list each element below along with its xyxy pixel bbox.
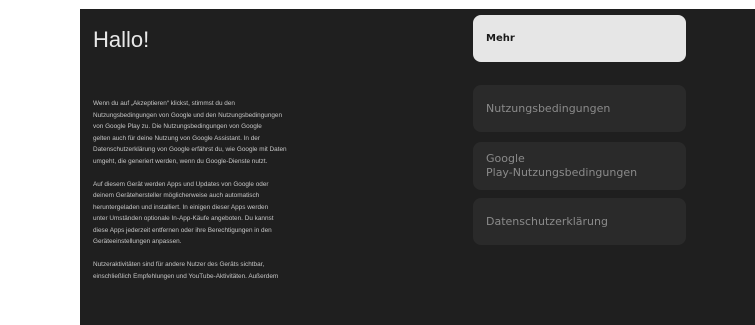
text-line: Auf diesem Gerät werden Apps und Updates… — [93, 180, 269, 188]
text-line: Wenn du auf „Akzeptieren“ klickst, stimm… — [93, 100, 235, 107]
terms-button[interactable]: Nutzungsbedingungen — [473, 85, 686, 132]
text-line: von Google Play zu. Die Nutzungsbedingun… — [93, 123, 262, 130]
text-line: Geräteeinstellungen anpassen. — [93, 238, 182, 245]
text-line: Nutzungsbedingungen von Google und den N… — [93, 111, 283, 119]
tv-setup-screen: Hallo! Wenn du auf „Akzeptieren“ klickst… — [80, 9, 755, 325]
text-line: umgeht, die generiert werden, wenn du Go… — [93, 157, 268, 165]
page-title: Hallo! — [93, 27, 150, 52]
text-line: einschließlich Empfehlungen und YouTube-… — [93, 272, 279, 280]
play-terms-button[interactable]: Google Play-Nutzungsbedingungen — [473, 142, 686, 190]
activity-paragraph: Nutzeraktivitäten sind für andere Nutzer… — [93, 259, 397, 282]
play-terms-label-line: Google — [486, 152, 525, 165]
screenshot-canvas: Hallo! Wenn du auf „Akzeptieren“ klickst… — [0, 0, 755, 325]
play-terms-label-line: Play-Nutzungsbedingungen — [486, 166, 638, 179]
terms-paragraph: Wenn du auf „Akzeptieren“ klickst, stimm… — [93, 98, 397, 167]
privacy-button[interactable]: Datenschutzerklärung — [473, 198, 686, 245]
play-terms-button-label: Google Play-Nutzungsbedingungen — [486, 152, 637, 180]
text-line: diese Apps jederzeit entfernen oder ihre… — [93, 226, 272, 234]
text-line: gelten auch für deine Nutzung von Google… — [93, 134, 260, 142]
terms-text: Wenn du auf „Akzeptieren“ klickst, stimm… — [93, 98, 397, 294]
text-line: heruntergeladen und installiert. In eini… — [93, 203, 269, 211]
terms-button-label: Nutzungsbedingungen — [486, 101, 611, 115]
more-button-label: Mehr — [486, 32, 515, 44]
text-line: Nutzeraktivitäten sind für andere Nutzer… — [93, 261, 265, 268]
text-line: Datenschutzerklärung von Google erfährst… — [93, 146, 287, 153]
text-line: deinem Gerätehersteller möglicherweise a… — [93, 192, 260, 199]
more-button[interactable]: Mehr — [473, 15, 686, 62]
privacy-button-label: Datenschutzerklärung — [486, 214, 608, 228]
apps-paragraph: Auf diesem Gerät werden Apps und Updates… — [93, 179, 397, 248]
text-line: unter Umständen optionale In-App-Käufe a… — [93, 215, 274, 222]
